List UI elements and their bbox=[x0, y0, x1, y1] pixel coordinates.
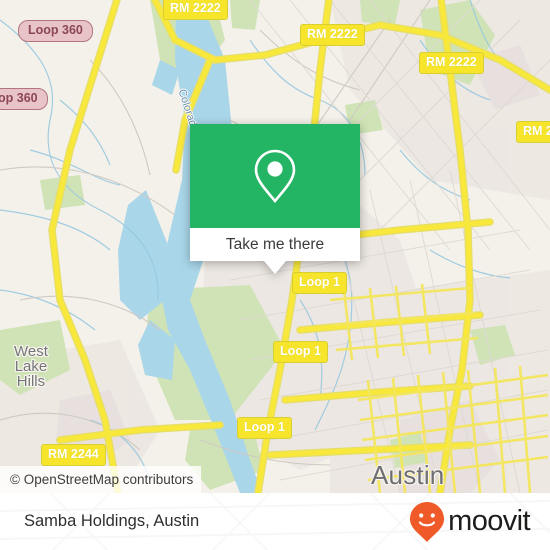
map-attribution[interactable]: © OpenStreetMap contributors bbox=[0, 466, 202, 493]
destination-popup-card[interactable]: Take me there bbox=[190, 124, 360, 274]
page-title: Samba Holdings, Austin bbox=[24, 512, 200, 530]
footer-bar: Samba Holdings, Austin moovit bbox=[0, 493, 550, 550]
moovit-map-screenshot: Austin West Lake Hills Colorado Loop 360 o… bbox=[0, 0, 550, 550]
take-me-there-label: Take me there bbox=[225, 235, 325, 253]
moovit-smiley-pin-icon bbox=[410, 501, 445, 542]
moovit-wordmark: moovit bbox=[448, 505, 530, 537]
popup-pointer-tail bbox=[264, 261, 286, 274]
location-pin-icon bbox=[254, 149, 296, 204]
attribution-text: © OpenStreetMap contributors bbox=[10, 472, 194, 487]
popup-icon-area bbox=[190, 124, 360, 228]
map-canvas[interactable]: Austin West Lake Hills Colorado Loop 360 o… bbox=[0, 0, 550, 493]
moovit-brand[interactable]: moovit bbox=[409, 501, 531, 543]
take-me-there-button[interactable]: Take me there bbox=[190, 228, 360, 261]
